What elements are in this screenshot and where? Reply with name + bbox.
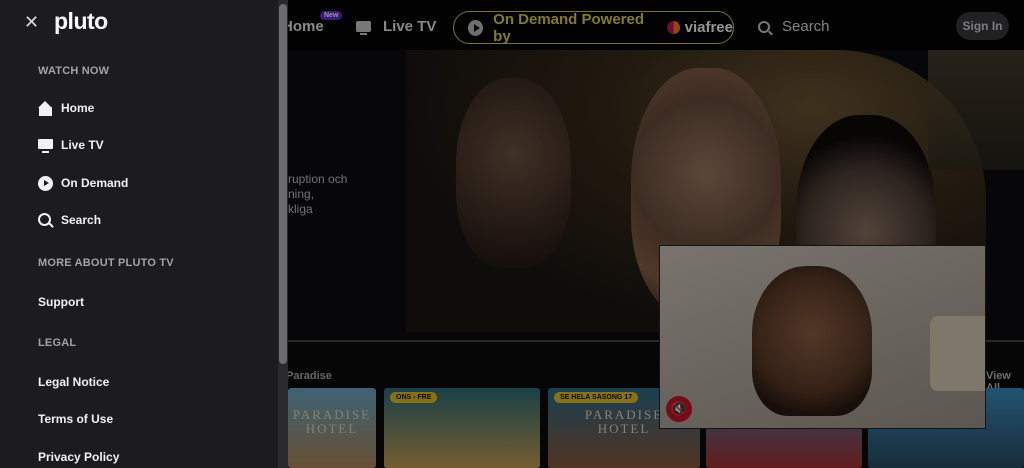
home-icon: [38, 100, 53, 116]
tv-icon: [38, 138, 53, 153]
watch-now-heading: WATCH NOW: [38, 65, 110, 77]
side-menu: ✕ pluto WATCH NOW Home Live TV On Demand…: [0, 0, 278, 468]
menu-scrollbar-thumb[interactable]: [279, 4, 287, 364]
play-icon: [38, 175, 53, 191]
menu-item-ondemand[interactable]: On Demand: [38, 174, 128, 192]
search-icon: [38, 212, 53, 228]
menu-item-label: Search: [61, 213, 102, 227]
close-icon[interactable]: ✕: [24, 12, 42, 32]
legal-notice-link[interactable]: Legal Notice: [38, 375, 109, 389]
menu-item-livetv[interactable]: Live TV: [38, 136, 104, 154]
pluto-logo[interactable]: pluto: [54, 8, 108, 35]
support-link[interactable]: Support: [38, 295, 84, 309]
menu-item-home[interactable]: Home: [38, 99, 94, 117]
terms-of-use-link[interactable]: Terms of Use: [38, 412, 113, 426]
menu-item-search[interactable]: Search: [38, 211, 101, 229]
menu-item-label: Live TV: [61, 138, 104, 152]
more-about-heading: MORE ABOUT PLUTO TV: [38, 257, 174, 269]
menu-item-label: On Demand: [61, 176, 129, 190]
privacy-policy-link[interactable]: Privacy Policy: [38, 450, 119, 464]
legal-heading: LEGAL: [38, 337, 77, 349]
menu-item-label: Home: [61, 101, 95, 115]
